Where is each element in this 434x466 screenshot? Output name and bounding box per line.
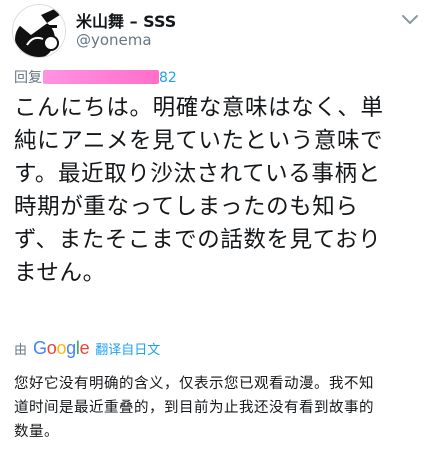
- translation-line: 道时间是最近重叠的，到目前为止我还没有看到故事的: [14, 400, 374, 416]
- tweet-line: ません。: [14, 260, 106, 286]
- reply-to-line: 回复 82: [14, 67, 177, 87]
- translate-source-link[interactable]: 翻译自日文: [95, 339, 160, 358]
- tweet-card: 米山舞 – SSS @yonema 回复 82 こんにちは。明確な意味はなく、単 …: [0, 0, 434, 466]
- translated-by-label: 由: [14, 342, 28, 358]
- translated-text: 您好它没有明确的含义，仅表示您已观看动漫。我不知 道时间是最近重叠的，到目前为止…: [14, 372, 424, 444]
- chevron-down-icon[interactable]: [398, 8, 422, 32]
- tweet-line: 時期が重なってしまったのも知ら: [14, 194, 359, 220]
- tweet-line: 純にアニメを見ていたという意味で: [14, 128, 384, 154]
- translation-line: 您好它没有明确的含义，仅表示您已观看动漫。我不知: [14, 376, 374, 392]
- tweet-line: こんにちは。明確な意味はなく、単: [14, 95, 384, 121]
- tweet-text: こんにちは。明確な意味はなく、単 純にアニメを見ていたという意味で す。最近取り…: [14, 92, 426, 290]
- avatar-illustration-icon: [13, 5, 65, 57]
- google-logo: Google: [33, 337, 90, 358]
- user-handle[interactable]: @yonema: [76, 31, 152, 49]
- translation-line: 数量。: [14, 424, 59, 440]
- tweet-line: す。最近取り沙汰されている事柄と: [14, 161, 381, 187]
- reply-prefix: 回复: [14, 70, 42, 86]
- user-avatar[interactable]: [12, 4, 66, 58]
- tweet-line: ず、またそこまでの話数を見ており: [14, 227, 382, 253]
- display-name[interactable]: 米山舞 – SSS: [76, 8, 176, 32]
- translate-row: 由 Google 翻译自日文: [14, 338, 160, 358]
- redacted-mention: [43, 70, 159, 84]
- reply-mention-tail[interactable]: 82: [159, 70, 177, 86]
